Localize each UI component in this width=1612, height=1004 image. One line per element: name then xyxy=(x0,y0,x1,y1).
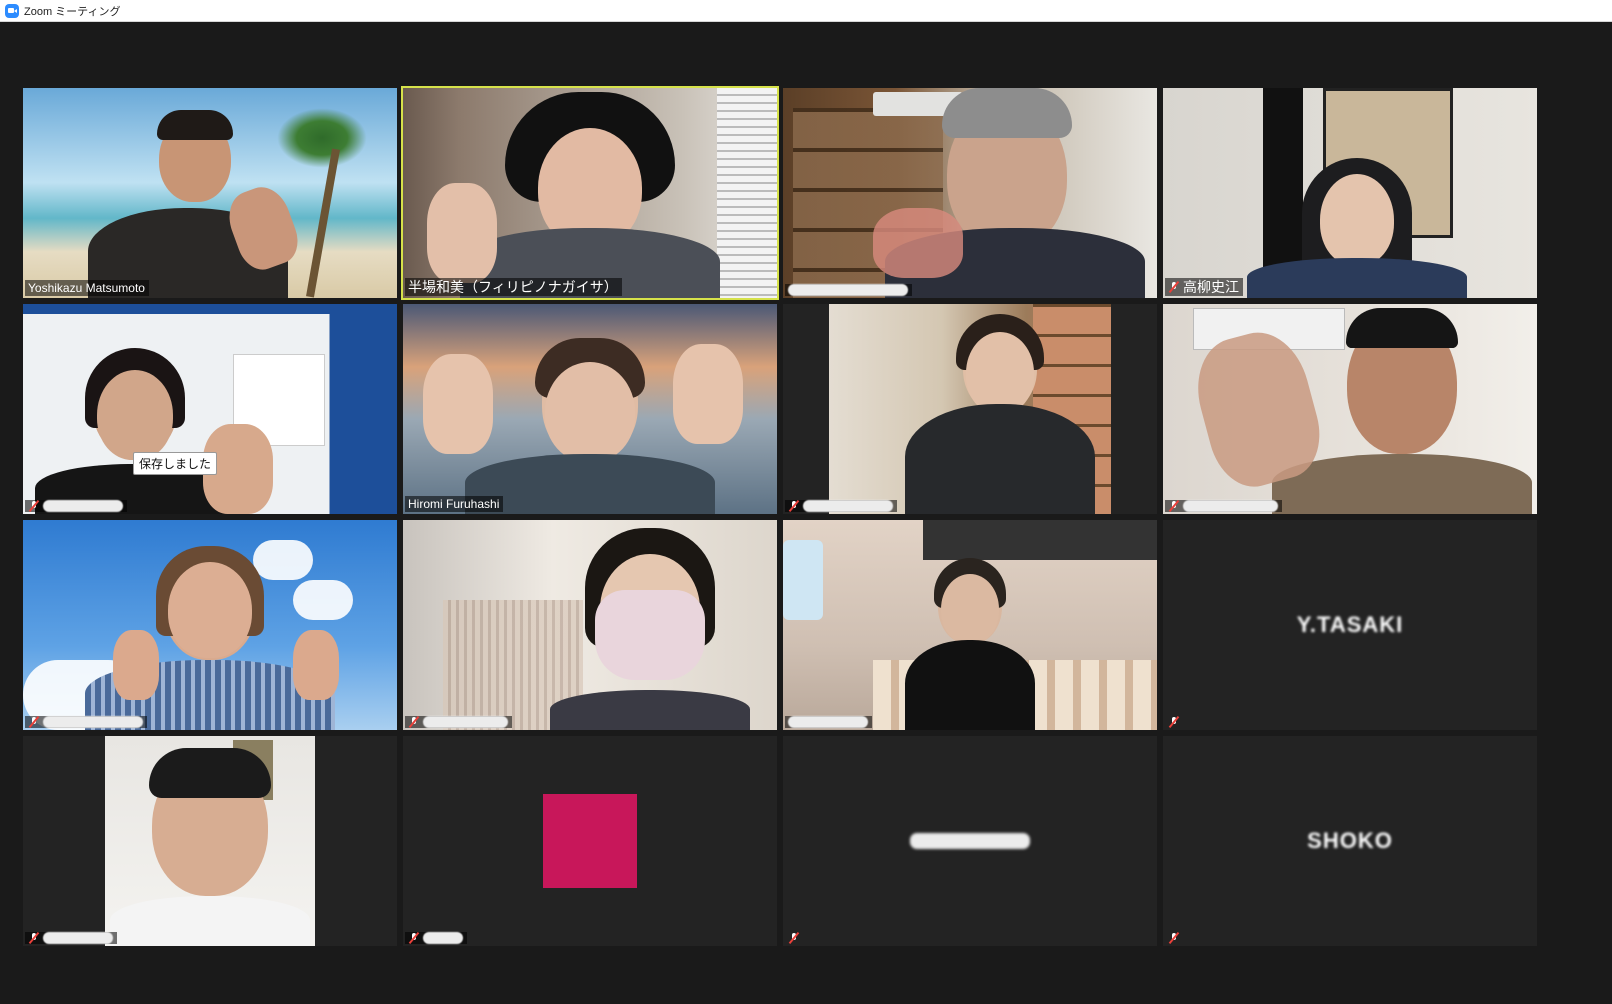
video-feed xyxy=(23,304,397,514)
participant-tile-no-video[interactable]: SHOKO xyxy=(1163,736,1537,946)
gallery-view: Yoshikazu Matsumoto 半場和美（フィリピノナガイサ） 高柳史江… xyxy=(0,22,1612,1004)
saved-tooltip: 保存しました xyxy=(133,452,218,475)
participant-name: Hiromi Furuhashi xyxy=(408,497,500,511)
participant-display-name xyxy=(910,833,1030,849)
participant-tile[interactable] xyxy=(783,304,1157,514)
participant-tile[interactable]: 保存しました xyxy=(23,304,397,514)
participant-name-tag xyxy=(785,284,912,296)
participant-name-tag xyxy=(1165,500,1282,512)
mic-muted-icon xyxy=(1168,932,1180,944)
mic-muted-icon xyxy=(28,932,40,944)
participant-name-tag xyxy=(1165,716,1184,728)
mic-muted-icon xyxy=(408,932,420,944)
video-feed xyxy=(23,88,397,298)
participant-name-tag: 高柳史江 xyxy=(1165,278,1243,296)
mic-muted-icon xyxy=(28,716,40,728)
participant-tile-no-video[interactable] xyxy=(783,736,1157,946)
participant-name: Yoshikazu Matsumoto xyxy=(28,281,145,295)
participant-tile[interactable] xyxy=(403,520,777,730)
participant-name: 半場和美（フィリピノナガイサ） xyxy=(408,279,618,295)
participant-name-tag xyxy=(785,500,897,512)
mic-muted-icon xyxy=(1168,500,1180,512)
participant-name-tag xyxy=(785,932,804,944)
blurred-name xyxy=(43,932,113,944)
video-feed xyxy=(403,304,777,514)
video-feed xyxy=(23,520,397,730)
participant-avatar xyxy=(543,794,637,888)
participant-name: 高柳史江 xyxy=(1183,279,1239,295)
blurred-name xyxy=(423,716,508,728)
video-feed xyxy=(403,520,777,730)
video-feed xyxy=(403,88,777,298)
video-feed xyxy=(783,520,1157,730)
zoom-app-icon xyxy=(5,3,19,18)
participant-display-name: SHOKO xyxy=(1307,828,1393,853)
mic-muted-icon xyxy=(408,716,420,728)
blurred-name xyxy=(788,716,868,728)
participant-tile[interactable] xyxy=(1163,304,1537,514)
participant-tile-no-video[interactable] xyxy=(403,736,777,946)
participant-name-tag xyxy=(25,716,147,728)
blurred-name xyxy=(423,932,463,944)
participant-tile[interactable]: Yoshikazu Matsumoto xyxy=(23,88,397,298)
participant-tile[interactable] xyxy=(783,88,1157,298)
participant-name-tag xyxy=(405,932,467,944)
participant-tile[interactable] xyxy=(23,736,397,946)
participant-tile[interactable]: 高柳史江 xyxy=(1163,88,1537,298)
participant-name-tag xyxy=(785,716,872,728)
video-feed xyxy=(783,88,1157,298)
participant-name-tag xyxy=(25,500,127,512)
video-feed xyxy=(1163,88,1537,298)
mic-muted-icon xyxy=(788,932,800,944)
participant-tile-no-video[interactable]: Y.TASAKI xyxy=(1163,520,1537,730)
window-titlebar[interactable]: Zoom ミーティング xyxy=(0,0,1612,22)
participant-tile-active-speaker[interactable]: 半場和美（フィリピノナガイサ） xyxy=(401,86,779,300)
participant-tile[interactable] xyxy=(23,520,397,730)
mic-muted-icon xyxy=(1168,716,1180,728)
video-feed xyxy=(1163,304,1537,514)
participant-name-tag: Hiromi Furuhashi xyxy=(405,496,504,512)
mic-muted-icon xyxy=(1168,281,1180,293)
participant-name-tag xyxy=(25,932,117,944)
participant-grid: Yoshikazu Matsumoto 半場和美（フィリピノナガイサ） 高柳史江… xyxy=(23,86,1537,946)
mic-muted-icon xyxy=(28,500,40,512)
blurred-name xyxy=(803,500,893,512)
blurred-name xyxy=(43,716,143,728)
participant-name-tag: Yoshikazu Matsumoto xyxy=(25,280,149,296)
participant-display-name: Y.TASAKI xyxy=(1296,612,1404,637)
participant-tile[interactable] xyxy=(783,520,1157,730)
video-feed xyxy=(23,736,397,946)
blurred-name xyxy=(1183,500,1278,512)
participant-name-tag xyxy=(1165,932,1184,944)
participant-name-tag: 半場和美（フィリピノナガイサ） xyxy=(405,278,622,296)
blurred-name xyxy=(788,284,908,296)
window-title: Zoom ミーティング xyxy=(24,5,121,18)
participant-name-tag xyxy=(405,716,512,728)
participant-tile[interactable]: Hiromi Furuhashi xyxy=(403,304,777,514)
mic-muted-icon xyxy=(788,500,800,512)
blurred-name xyxy=(43,500,123,512)
video-feed xyxy=(783,304,1157,514)
